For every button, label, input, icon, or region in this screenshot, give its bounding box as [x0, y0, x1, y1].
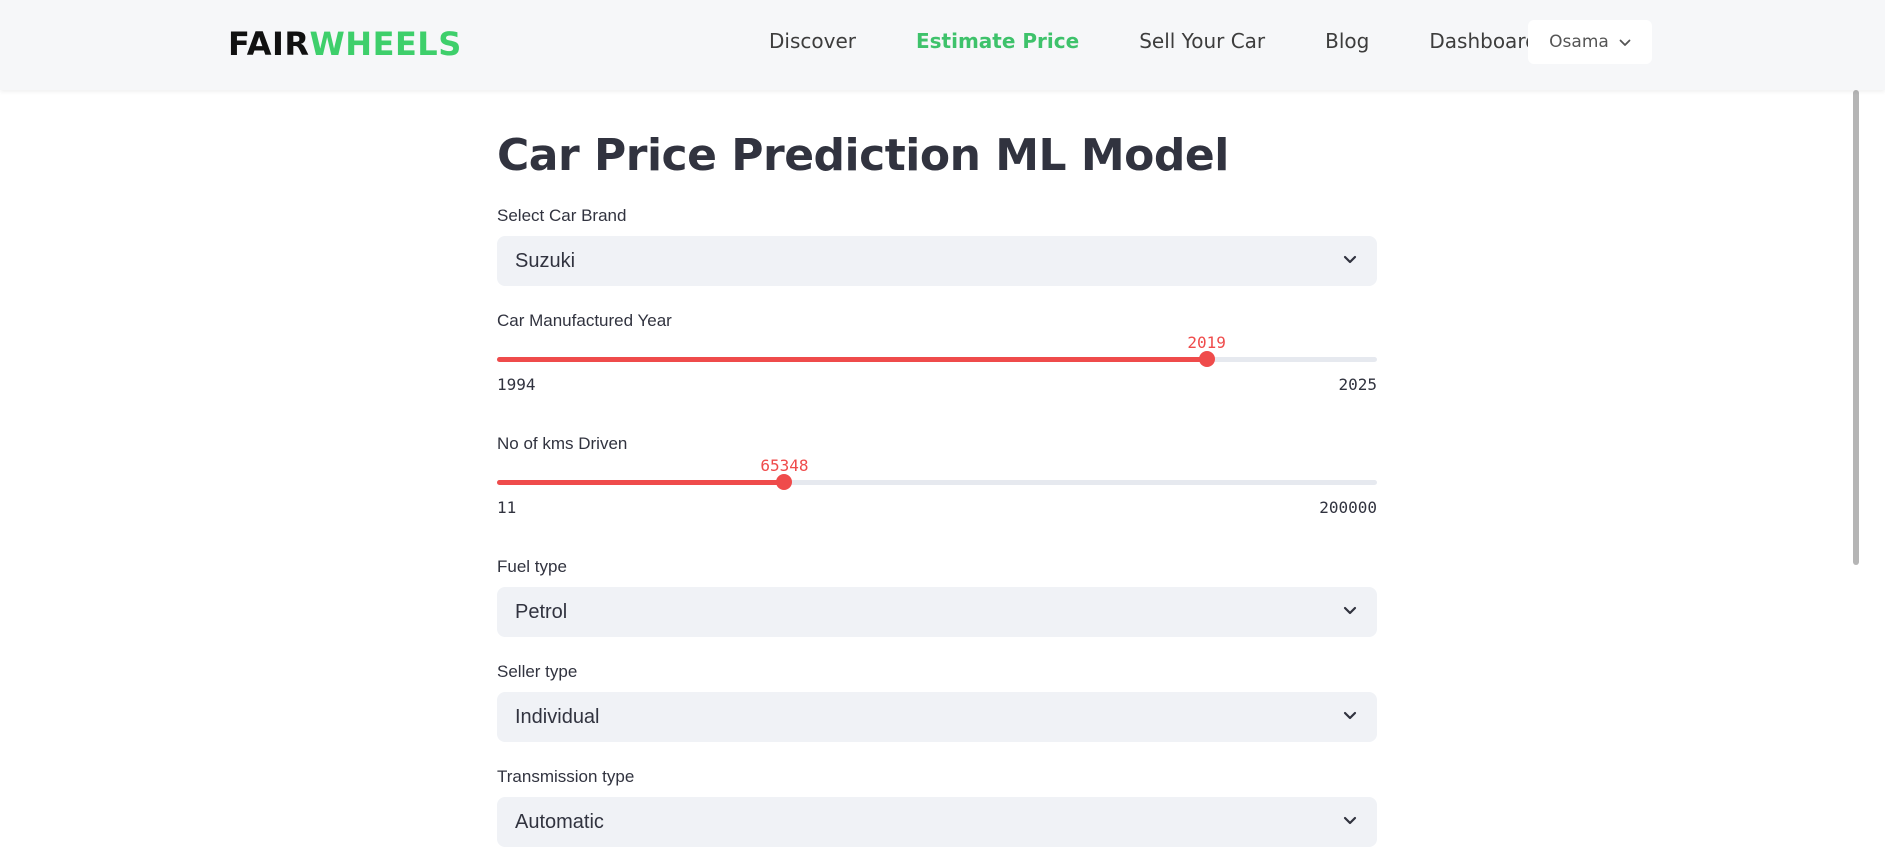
brand-label: Select Car Brand — [497, 206, 627, 225]
slider-max-label: 200000 — [1319, 498, 1377, 517]
slider-min-label: 11 — [497, 498, 517, 517]
slider-current-value: 65348 — [760, 456, 809, 475]
nav-links: Discover Estimate Price Sell Your Car Bl… — [769, 29, 1598, 53]
slider-min-label: 1994 — [497, 375, 536, 394]
slider-thumb[interactable] — [1198, 351, 1215, 367]
seller-label: Seller type — [497, 662, 578, 681]
slider-fill — [497, 357, 1207, 362]
user-name: Osama — [1549, 32, 1609, 52]
nav-link-blog[interactable]: Blog — [1325, 29, 1369, 53]
seller-select-value: Individual — [515, 705, 600, 728]
logo-text-fair: FAIR — [228, 25, 310, 63]
seller-select[interactable]: Individual — [497, 692, 1377, 742]
transmission-select-value: Automatic — [515, 810, 604, 833]
kms-label: No of kms Driven — [497, 434, 628, 453]
page-scrollbar[interactable] — [1853, 90, 1859, 565]
user-menu-button[interactable]: Osama — [1528, 20, 1652, 64]
year-slider[interactable]: 2019 1994 2025 — [497, 333, 1377, 394]
chevron-down-icon — [1341, 706, 1359, 729]
brand-select[interactable]: Suzuki — [497, 236, 1377, 286]
chevron-down-icon — [1341, 250, 1359, 273]
logo-text-wheels: WHEELS — [309, 25, 462, 63]
year-label: Car Manufactured Year — [497, 311, 672, 330]
slider-current-value: 2019 — [1187, 333, 1226, 352]
transmission-label: Transmission type — [497, 767, 635, 786]
top-navbar: FAIRWHEELS Discover Estimate Price Sell … — [0, 0, 1885, 90]
fuel-select[interactable]: Petrol — [497, 587, 1377, 637]
fuel-label: Fuel type — [497, 557, 567, 576]
slider-thumb[interactable] — [776, 474, 793, 490]
nav-link-sell-your-car[interactable]: Sell Your Car — [1139, 29, 1265, 53]
chevron-down-icon — [1619, 32, 1631, 52]
nav-link-dashboard[interactable]: Dashboard — [1429, 29, 1538, 53]
page-title: Car Price Prediction ML Model — [497, 130, 1229, 181]
nav-link-estimate-price[interactable]: Estimate Price — [916, 29, 1079, 53]
chevron-down-icon — [1341, 811, 1359, 834]
transmission-select[interactable]: Automatic — [497, 797, 1377, 847]
slider-fill — [497, 480, 785, 485]
slider-max-label: 2025 — [1338, 375, 1377, 394]
brand-select-value: Suzuki — [515, 249, 576, 272]
nav-link-discover[interactable]: Discover — [769, 29, 856, 53]
chevron-down-icon — [1341, 601, 1359, 624]
logo[interactable]: FAIRWHEELS — [228, 25, 462, 63]
kms-slider[interactable]: 65348 11 200000 — [497, 456, 1377, 517]
fuel-select-value: Petrol — [515, 600, 568, 623]
